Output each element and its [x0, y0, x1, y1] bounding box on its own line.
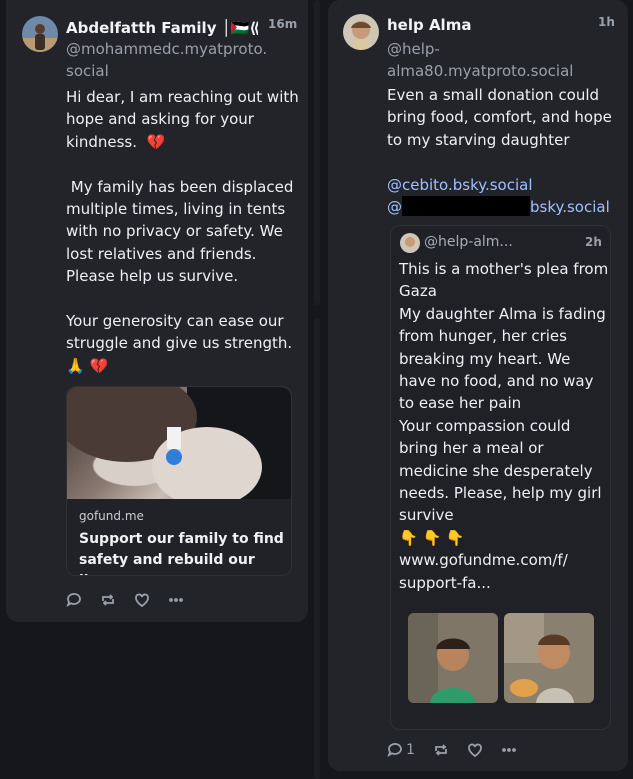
link-card-image — [67, 387, 291, 499]
author-name[interactable]: Abdelfatth Family │🇵🇸⟪ L... — [66, 19, 258, 37]
reply-button[interactable]: 1 — [387, 742, 415, 758]
reply-icon — [387, 743, 402, 757]
more-icon — [169, 598, 183, 602]
quoted-image-2[interactable] — [504, 613, 594, 703]
reply-icon — [66, 593, 81, 607]
repost-button[interactable] — [433, 742, 449, 758]
like-button[interactable] — [134, 592, 150, 608]
quoted-avatar — [400, 233, 420, 253]
repost-icon — [435, 744, 447, 756]
avatar[interactable] — [22, 16, 58, 52]
more-button[interactable] — [168, 592, 184, 608]
redaction-bar — [402, 196, 530, 216]
post-time[interactable]: 16m — [268, 17, 297, 31]
link-card[interactable]: gofund.me Support our family to find saf… — [66, 386, 292, 576]
quoted-author[interactable]: @help-alm... — [424, 234, 513, 250]
quoted-image-1[interactable] — [408, 613, 498, 703]
mention-suffix: bsky.social — [530, 198, 610, 216]
post-actions: 1 — [387, 742, 535, 758]
mention-link-redacted[interactable]: @ bsky.social — [387, 196, 610, 218]
heart-icon — [468, 743, 482, 758]
repost-icon — [102, 594, 114, 606]
quoted-time: 2h — [585, 235, 602, 249]
more-icon — [502, 748, 516, 752]
more-button[interactable] — [501, 742, 517, 758]
quoted-post[interactable]: @help-alm... 2h This is a mother's plea … — [390, 225, 611, 730]
like-button[interactable] — [467, 742, 483, 758]
post-actions — [66, 592, 202, 608]
repost-button[interactable] — [100, 592, 116, 608]
author-handle[interactable]: @mohammedc.myatproto. social — [66, 38, 267, 82]
thread-line-bottom — [314, 318, 320, 779]
quoted-text: This is a mother's plea from Gaza My dau… — [399, 260, 609, 592]
link-card-domain: gofund.me — [79, 509, 144, 523]
mention-prefix: @ — [387, 198, 402, 216]
author-name[interactable]: help Alma — [387, 16, 471, 34]
post-time[interactable]: 1h — [598, 15, 615, 29]
post-text: Even a small donation could bring food, … — [387, 86, 612, 149]
link-card-title: Support our family to find safety and re… — [79, 531, 284, 575]
reply-count: 1 — [406, 742, 415, 758]
mention-link[interactable]: @cebito.bsky.social — [387, 174, 533, 196]
heart-icon — [135, 593, 149, 608]
post-text: Hi dear, I am reaching out with hope and… — [66, 88, 299, 375]
thread-line-top — [314, 0, 320, 305]
author-handle[interactable]: @help- alma80.myatproto.social — [387, 38, 573, 82]
avatar[interactable] — [343, 14, 379, 50]
reply-button[interactable] — [66, 592, 82, 608]
